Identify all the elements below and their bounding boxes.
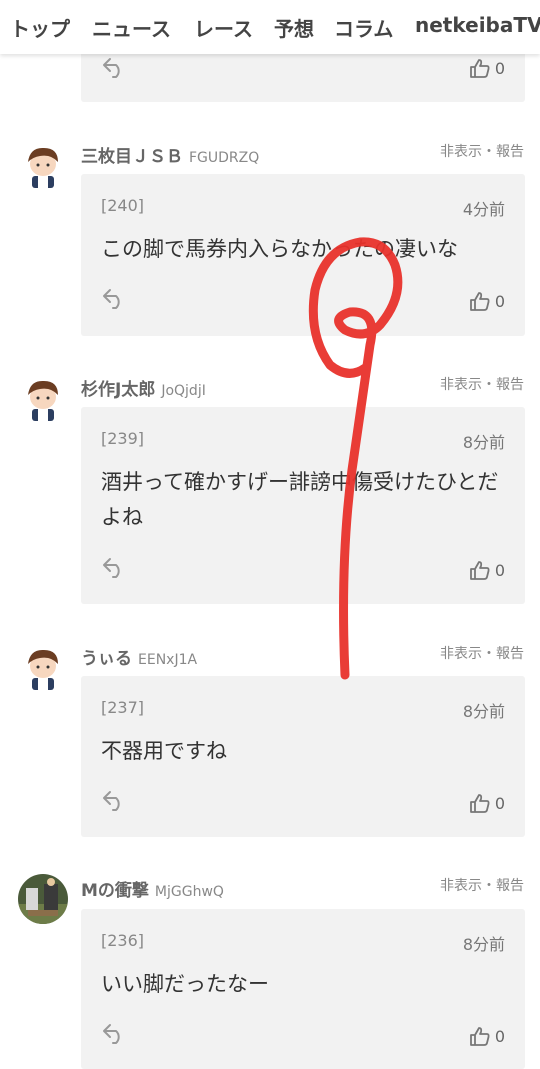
nav-column[interactable]: コラム xyxy=(334,13,393,42)
like-count: 0 xyxy=(494,292,505,311)
avatar[interactable] xyxy=(18,874,68,924)
like-count: 0 xyxy=(494,561,505,580)
user-id: JoQjdjI xyxy=(161,383,206,399)
comment-number: [237] xyxy=(101,698,145,717)
like-count: 0 xyxy=(494,1027,505,1046)
hide-report-link[interactable]: 非表示・報告 xyxy=(440,141,524,161)
like-button[interactable]: 0 xyxy=(469,58,505,78)
comment-card: [240] 4分前 この脚で馬券内入らなかったの凄いな 0 xyxy=(81,174,525,336)
nav-netkeibatv[interactable]: netkeibaTV xyxy=(415,13,540,37)
like-button[interactable]: 0 xyxy=(469,793,505,813)
like-button[interactable]: 0 xyxy=(469,1026,505,1046)
comment-card: [239] 8分前 酒井って確かすげー誹謗中傷受けたひとだよね 0 xyxy=(81,407,525,604)
comment-text: 酒井って確かすげー誹謗中傷受けたひとだよね xyxy=(101,470,499,529)
hide-report-link[interactable]: 非表示・報告 xyxy=(440,875,524,895)
comment-number: [236] xyxy=(101,931,145,950)
nav-prediction[interactable]: 予想 xyxy=(274,13,314,42)
hide-report-link[interactable]: 非表示・報告 xyxy=(440,643,524,663)
reply-icon[interactable] xyxy=(101,56,127,78)
like-button[interactable]: 0 xyxy=(469,560,505,580)
comment-card: [237] 8分前 不器用ですね 0 xyxy=(81,676,525,837)
thumbs-up-icon xyxy=(469,1027,490,1046)
like-count: 0 xyxy=(494,794,505,813)
avatar[interactable] xyxy=(18,373,68,423)
comment-time: 8分前 xyxy=(462,433,505,452)
username[interactable]: Mの衝撃 MjGGhwQ xyxy=(81,876,224,901)
like-count: 0 xyxy=(494,59,505,78)
reply-icon[interactable] xyxy=(101,556,127,578)
thumbs-up-icon xyxy=(469,292,490,311)
comment-time: 4分前 xyxy=(462,200,505,219)
nav-news[interactable]: ニュース xyxy=(92,13,171,42)
comment-card: [236] 8分前 いい脚だったなー 0 xyxy=(81,909,525,1069)
username[interactable]: うぃる EENxJ1A xyxy=(81,644,197,669)
user-id: EENxJ1A xyxy=(138,652,198,668)
comment-text: いい脚だったなー xyxy=(101,972,269,996)
like-button[interactable]: 0 xyxy=(469,291,505,311)
username[interactable]: 三枚目ＪＳＢ FGUDRZQ xyxy=(81,142,259,167)
comment-number: [240] xyxy=(101,196,145,215)
user-id: FGUDRZQ xyxy=(189,150,260,166)
top-navigation: トップ ニュース レース 予想 コラム netkeibaTV xyxy=(0,0,540,54)
comment-list: 0 三枚目ＪＳＢ FGUDRZQ 非表示・報告 [240] 4分前 この脚で馬券内… xyxy=(0,0,540,1069)
reply-icon[interactable] xyxy=(101,789,127,811)
thumbs-up-icon xyxy=(469,59,490,78)
comment-number: [239] xyxy=(101,429,145,448)
comment-text: 不器用ですね xyxy=(101,739,227,763)
user-id: MjGGhwQ xyxy=(154,884,224,900)
avatar[interactable] xyxy=(18,140,68,190)
reply-icon[interactable] xyxy=(101,1022,127,1044)
reply-icon[interactable] xyxy=(101,287,127,309)
username[interactable]: 杉作J太郎 JoQjdjI xyxy=(81,375,206,400)
comment-time: 8分前 xyxy=(462,702,505,721)
comment-text: この脚で馬券内入らなかったの凄いな xyxy=(101,237,458,261)
hide-report-link[interactable]: 非表示・報告 xyxy=(440,374,524,394)
comment-time: 8分前 xyxy=(462,935,505,954)
nav-race[interactable]: レース xyxy=(194,13,253,42)
nav-top[interactable]: トップ xyxy=(10,13,70,42)
avatar[interactable] xyxy=(18,642,68,692)
thumbs-up-icon xyxy=(469,794,490,813)
thumbs-up-icon xyxy=(469,561,490,580)
